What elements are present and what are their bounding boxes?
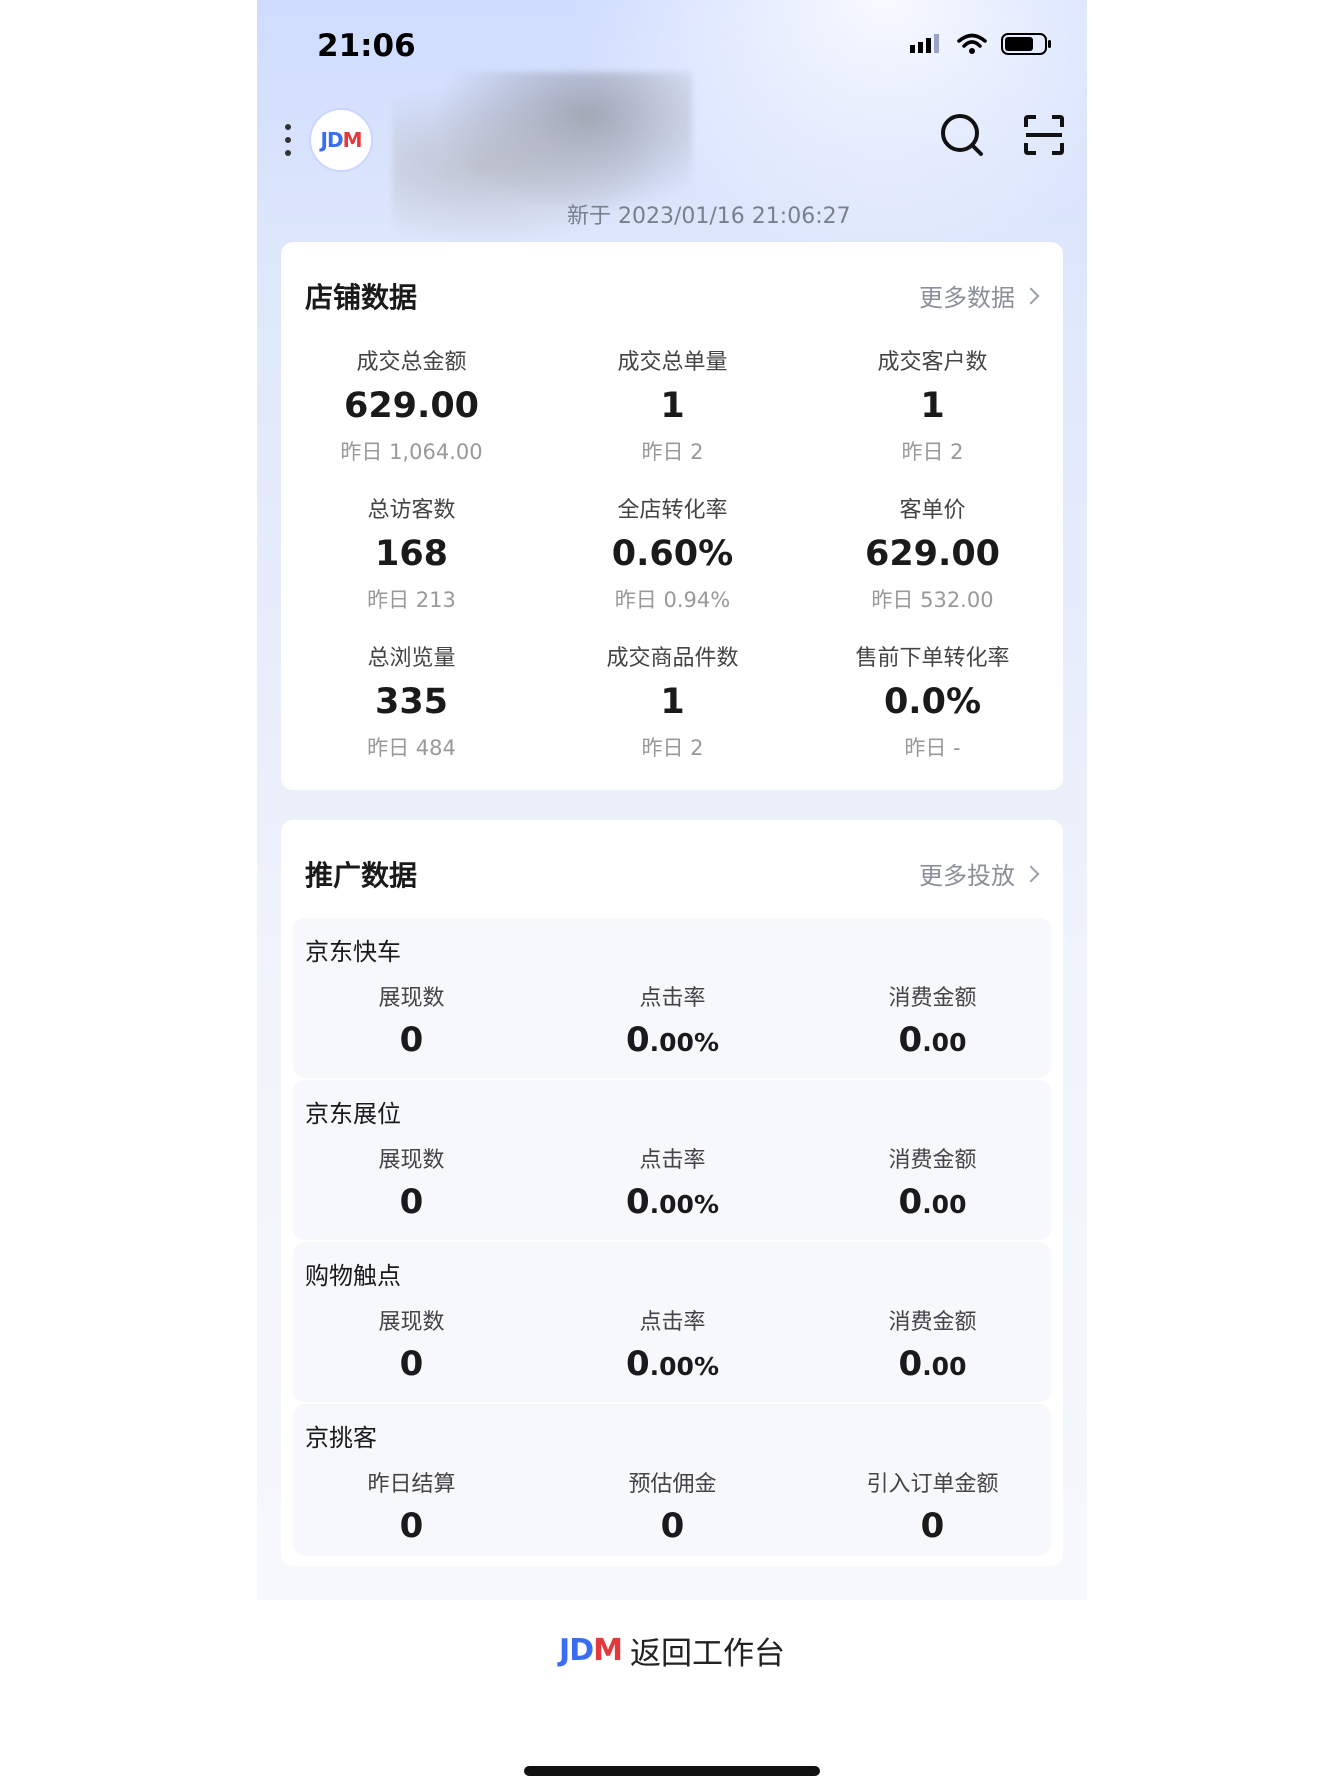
shop-data-title: 店铺数据 xyxy=(305,281,418,314)
promo-section-chudian[interactable]: 购物触点 展现数 0 点击率 0.00% 消费金额 0.00 xyxy=(293,1242,1051,1402)
promo-data-card: 推广数据 更多投放 京东快车 展现数 0 点击率 0.00% 消费金额 0.00… xyxy=(281,820,1063,1566)
promo-section-jingtiaoke[interactable]: 京挑客 昨日结算 0 预估佣金 0 引入订单金额 0 xyxy=(293,1404,1051,1556)
metric-visitors[interactable]: 总访客数 168 昨日 213 xyxy=(281,492,542,614)
promo-metric: 展现数 0 xyxy=(378,1148,445,1222)
metric-customers[interactable]: 成交客户数 1 昨日 2 xyxy=(802,344,1063,466)
home-indicator[interactable] xyxy=(524,1766,820,1776)
promo-metric: 昨日结算 0 xyxy=(367,1472,456,1546)
promo-metric: 点击率 0.00% xyxy=(625,986,719,1060)
metric-items-sold[interactable]: 成交商品件数 1 昨日 2 xyxy=(542,640,803,762)
cellular-signal-icon xyxy=(910,34,939,53)
header-right xyxy=(939,112,1065,158)
promo-data-title: 推广数据 xyxy=(305,859,418,892)
metric-total-amount[interactable]: 成交总金额 629.00 昨日 1,064.00 xyxy=(281,344,542,466)
promo-metric: 点击率 0.00% xyxy=(625,1310,719,1384)
metric-page-views[interactable]: 总浏览量 335 昨日 484 xyxy=(281,640,542,762)
return-workbench-label: 返回工作台 xyxy=(629,1636,785,1672)
wifi-icon xyxy=(957,33,987,54)
battery-icon xyxy=(1001,33,1051,55)
jdm-logo: JDM xyxy=(559,1633,623,1668)
search-icon[interactable] xyxy=(939,112,985,158)
promo-metric: 展现数 0 xyxy=(378,1310,445,1384)
more-promotion-link[interactable]: 更多投放 xyxy=(919,856,1040,891)
more-menu-icon[interactable] xyxy=(281,124,295,156)
promo-section-kuaiche[interactable]: 京东快车 展现数 0 点击率 0.00% 消费金额 0.00 xyxy=(293,918,1051,1078)
status-icons xyxy=(909,32,1053,56)
scan-icon[interactable] xyxy=(1023,114,1065,156)
metric-avg-order-value[interactable]: 客单价 629.00 昨日 532.00 xyxy=(802,492,1063,614)
metric-total-orders[interactable]: 成交总单量 1 昨日 2 xyxy=(542,344,803,466)
promo-metric: 展现数 0 xyxy=(378,986,445,1060)
more-data-link[interactable]: 更多数据 xyxy=(919,278,1040,313)
promo-metric: 消费金额 0.00 xyxy=(888,1310,977,1384)
promo-metric: 预估佣金 0 xyxy=(628,1472,717,1546)
chevron-right-icon xyxy=(1022,865,1040,882)
promo-metric: 消费金额 0.00 xyxy=(888,986,977,1060)
promo-metric: 点击率 0.00% xyxy=(625,1148,719,1222)
store-logo[interactable]: JD M xyxy=(309,108,373,172)
return-workbench-link[interactable]: JDM 返回工作台 xyxy=(0,1628,1344,1673)
chevron-right-icon xyxy=(1022,287,1040,304)
promo-section-zhanwei[interactable]: 京东展位 展现数 0 点击率 0.00% 消费金额 0.00 xyxy=(293,1080,1051,1240)
shop-data-card: 店铺数据 更多数据 成交总金额 629.00 昨日 1,064.00 成交总单量… xyxy=(281,242,1063,790)
promo-metric: 引入订单金额 0 xyxy=(866,1472,999,1546)
phone-screen: 21:06 JD M 新于 2023/01/16 21:06:27 店铺数据 更… xyxy=(257,0,1087,1600)
status-time: 21:06 xyxy=(317,28,416,64)
promo-metric: 消费金额 0.00 xyxy=(888,1148,977,1222)
header-left: JD M xyxy=(281,108,373,172)
update-time: 新于 2023/01/16 21:06:27 xyxy=(567,204,851,229)
metric-presale-conversion[interactable]: 售前下单转化率 0.0% 昨日 - xyxy=(802,640,1063,762)
metric-conversion-rate[interactable]: 全店转化率 0.60% 昨日 0.94% xyxy=(542,492,803,614)
